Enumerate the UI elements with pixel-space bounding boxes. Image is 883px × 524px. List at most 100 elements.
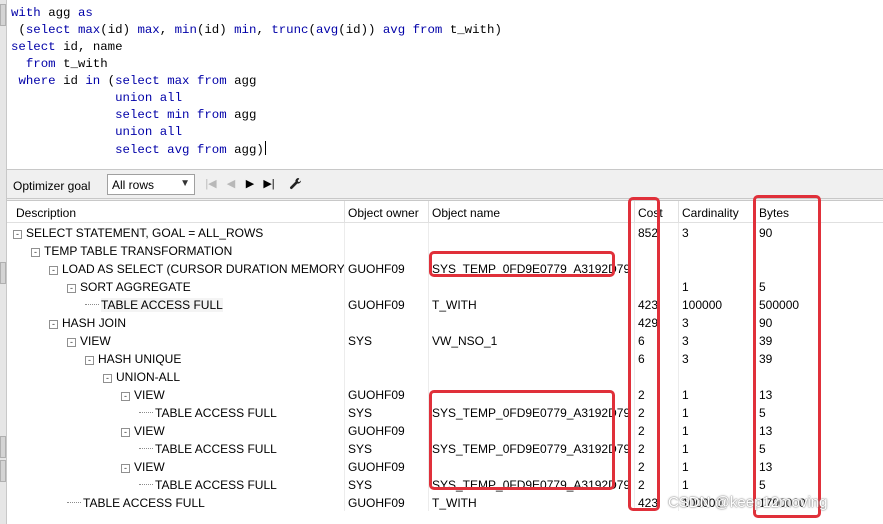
cell-cardinality: 1: [678, 475, 755, 493]
cell-cardinality: 3: [678, 223, 755, 241]
collapse-toggle-icon[interactable]: -: [103, 374, 112, 383]
collapse-toggle-icon[interactable]: -: [67, 338, 76, 347]
cell-cost: 852: [634, 223, 678, 241]
operation-label: UNION-ALL: [116, 370, 181, 384]
cell-description: TABLE ACCESS FULL: [7, 475, 344, 493]
cell-cardinality: 3: [678, 331, 755, 349]
plan-row[interactable]: - SELECT STATEMENT, GOAL = ALL_ROWS 852 3 90: [7, 223, 883, 241]
collapse-toggle-icon[interactable]: -: [49, 266, 58, 275]
tree-connector: [85, 304, 99, 305]
cell-bytes: [755, 259, 883, 277]
prev-icon[interactable]: ◀: [225, 177, 237, 191]
cell-bytes: 5: [755, 403, 883, 421]
cell-description: - VIEW: [7, 331, 344, 349]
gutter-handle[interactable]: [0, 436, 6, 458]
plan-row[interactable]: - LOAD AS SELECT (CURSOR DURATION MEMORY)…: [7, 259, 883, 277]
cell-bytes: 13: [755, 457, 883, 475]
code-line: select avg from agg): [115, 141, 266, 157]
wrench-icon[interactable]: [288, 177, 304, 191]
collapse-toggle-icon[interactable]: -: [13, 230, 22, 239]
operation-label: TABLE ACCESS FULL: [155, 478, 277, 492]
cell-cardinality: 1: [678, 403, 755, 421]
cell-cardinality: 100000: [678, 295, 755, 313]
collapse-toggle-icon[interactable]: -: [85, 356, 94, 365]
plan-row[interactable]: - VIEW GUOHF09 2 1 13: [7, 457, 883, 475]
cell-object-name: SYS_TEMP_0FD9E0779_A3192D79: [428, 439, 634, 457]
plan-row[interactable]: TABLE ACCESS FULL GUOHF09 T_WITH 423 100000 5…: [7, 295, 883, 313]
cell-cost: [634, 277, 678, 295]
sql-editor[interactable]: with agg as (select max(id) max, min(id)…: [7, 0, 883, 170]
plan-row[interactable]: TABLE ACCESS FULL SYS SYS_TEMP_0FD9E0779_A…: [7, 475, 883, 493]
plan-row[interactable]: - VIEW SYS VW_NSO_1 6 3 39: [7, 331, 883, 349]
collapse-toggle-icon[interactable]: -: [31, 248, 40, 257]
column-header-description[interactable]: Description: [13, 201, 76, 223]
cell-description: - VIEW: [7, 385, 344, 403]
cell-cardinality: 3: [678, 349, 755, 367]
cell-object-owner: [344, 367, 428, 385]
plan-row[interactable]: - HASH JOIN 429 3 90: [7, 313, 883, 331]
next-icon[interactable]: ▶: [244, 177, 256, 191]
plan-row[interactable]: - VIEW GUOHF09 2 1 13: [7, 385, 883, 403]
cell-cardinality: 1: [678, 439, 755, 457]
cell-object-name: VW_NSO_1: [428, 331, 634, 349]
cell-bytes: 39: [755, 349, 883, 367]
code-line: where id in (select max from agg: [18, 74, 257, 88]
cell-cardinality: [678, 259, 755, 277]
last-page-icon[interactable]: ▶|: [263, 177, 275, 191]
cell-cost: 6: [634, 349, 678, 367]
cell-description: - HASH UNIQUE: [7, 349, 344, 367]
cell-object-owner: [344, 349, 428, 367]
plan-row[interactable]: - TEMP TABLE TRANSFORMATION: [7, 241, 883, 259]
cell-bytes: 90: [755, 313, 883, 331]
cell-description: - HASH JOIN: [7, 313, 344, 331]
cell-cardinality: 1: [678, 421, 755, 439]
optimizer-goal-select[interactable]: All rows ▼: [107, 174, 195, 195]
cell-object-owner: SYS: [344, 475, 428, 493]
column-header-object-name[interactable]: Object name: [428, 201, 500, 223]
plan-row[interactable]: TABLE ACCESS FULL SYS SYS_TEMP_0FD9E0779_A…: [7, 403, 883, 421]
sql-code[interactable]: with agg as (select max(id) max, min(id)…: [11, 5, 883, 158]
gutter-handle[interactable]: [0, 4, 6, 26]
plan-row[interactable]: TABLE ACCESS FULL SYS SYS_TEMP_0FD9E0779_A…: [7, 439, 883, 457]
cell-bytes: 90: [755, 223, 883, 241]
cell-object-name: SYS_TEMP_0FD9E0779_A3192D79: [428, 403, 634, 421]
cell-object-owner: GUOHF09: [344, 385, 428, 403]
collapse-toggle-icon[interactable]: -: [121, 464, 130, 473]
tree-connector: [67, 502, 81, 503]
plan-toolbar: Optimizer goal All rows ▼ |◀ ◀ ▶ ▶|: [7, 170, 883, 199]
plan-row[interactable]: - UNION-ALL: [7, 367, 883, 385]
cell-description: TABLE ACCESS FULL: [7, 403, 344, 421]
cell-cost: 2: [634, 457, 678, 475]
column-header-bytes[interactable]: Bytes: [755, 201, 789, 223]
column-header-object-owner[interactable]: Object owner: [344, 201, 419, 223]
tree-connector: [139, 448, 153, 449]
code-line: union all: [115, 91, 183, 105]
cell-object-owner: SYS: [344, 439, 428, 457]
operation-label: LOAD AS SELECT (CURSOR DURATION MEMORY): [62, 262, 344, 276]
gutter-handle[interactable]: [0, 262, 6, 284]
operation-label: TEMP TABLE TRANSFORMATION: [44, 244, 233, 258]
cell-cost: [634, 259, 678, 277]
collapse-toggle-icon[interactable]: -: [121, 392, 130, 401]
collapse-toggle-icon[interactable]: -: [67, 284, 76, 293]
optimizer-goal-label: Optimizer goal: [13, 179, 91, 193]
cell-object-owner: [344, 277, 428, 295]
column-header-cost[interactable]: Cost: [634, 201, 663, 223]
collapse-toggle-icon[interactable]: -: [49, 320, 58, 329]
column-header-cardinality[interactable]: Cardinality: [678, 201, 739, 223]
cell-description: - TEMP TABLE TRANSFORMATION: [7, 241, 344, 259]
cell-bytes: [755, 241, 883, 259]
first-page-icon[interactable]: |◀: [205, 177, 217, 191]
cell-cost: 423: [634, 295, 678, 313]
gutter-handle[interactable]: [0, 460, 6, 482]
tree-connector: [139, 484, 153, 485]
plan-row[interactable]: - HASH UNIQUE 6 3 39: [7, 349, 883, 367]
collapse-toggle-icon[interactable]: -: [121, 428, 130, 437]
plan-row[interactable]: - SORT AGGREGATE 1 5: [7, 277, 883, 295]
execution-plan-grid: Description Object owner Object name Cos…: [7, 200, 883, 524]
plan-row[interactable]: - VIEW GUOHF09 2 1 13: [7, 421, 883, 439]
cell-object-name: [428, 385, 634, 403]
cell-object-owner: GUOHF09: [344, 493, 428, 511]
cell-bytes: 13: [755, 385, 883, 403]
operation-label: TABLE ACCESS FULL: [155, 442, 277, 456]
